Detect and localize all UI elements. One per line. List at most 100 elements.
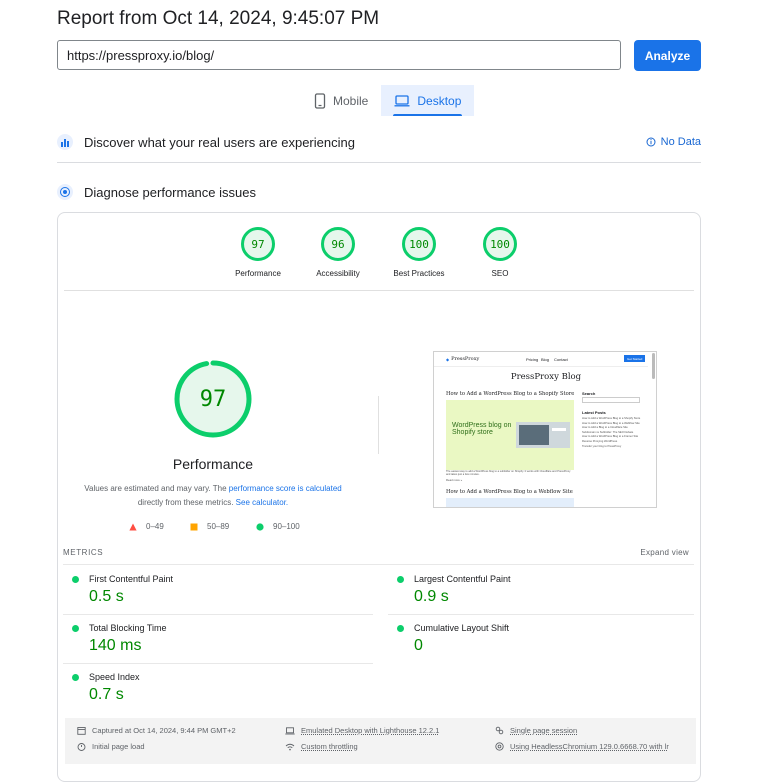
metric-speed-index: Speed Index 0.7 s — [72, 672, 380, 704]
metric-value: 0 — [414, 637, 423, 654]
mockup-photo — [519, 425, 549, 445]
final-screenshot[interactable]: ◆ PressProxy Pricing Blog Contact Get St… — [433, 351, 657, 508]
browser-version[interactable]: Using HeadlessChromium 129.0.6668.70 wit… — [495, 742, 669, 751]
metric-value: 0.9 s — [414, 588, 449, 605]
analyze-button[interactable]: Analyze — [634, 40, 701, 71]
tab-desktop[interactable]: Desktop — [381, 85, 475, 116]
laptop-icon — [394, 94, 410, 106]
post1-image-mockup — [516, 422, 570, 448]
score-gauge: 97 — [241, 227, 275, 261]
metric-lcp: Largest Contentful Paint 0.9 s — [397, 574, 705, 606]
phone-icon — [314, 92, 326, 109]
category-label: Accessibility — [316, 269, 360, 278]
users-chart-icon — [57, 134, 73, 150]
emulated-device[interactable]: Emulated Desktop with Lighthouse 12.2.1 — [285, 726, 439, 735]
post1-image: WordPress blog on Shopify store — [446, 400, 574, 470]
site-nav-blog: Blog — [541, 357, 550, 362]
category-best-practices[interactable]: 100 Best Practices — [381, 227, 457, 278]
legend-average: 50–89 — [190, 522, 229, 531]
sidebar-latest-label: Latest Posts — [582, 410, 606, 415]
field-data-heading: Discover what your real users are experi… — [84, 134, 355, 150]
site-name: PressProxy — [451, 356, 480, 362]
legend-pass: 90–100 — [256, 522, 300, 531]
site-header: ◆ PressProxy Pricing Blog Contact Get St… — [434, 352, 648, 367]
category-seo[interactable]: 100 SEO — [462, 227, 538, 278]
performance-score: 97 — [199, 386, 227, 412]
fail-triangle-icon — [129, 523, 137, 530]
mockup-text-bar — [552, 428, 566, 431]
post2-title: How to Add a WordPress Blog to a Webflow… — [446, 489, 573, 495]
session[interactable]: Single page session — [495, 726, 577, 735]
sidebar-search-label: Search — [582, 391, 596, 396]
note-text: Values are estimated and may vary. The — [84, 484, 229, 493]
pass-dot-icon — [397, 624, 404, 632]
pass-dot-icon — [72, 624, 79, 632]
url-input[interactable] — [57, 40, 621, 70]
gauge-screenshot-separator — [378, 396, 379, 454]
metric-tbt: Total Blocking Time 140 ms — [72, 623, 380, 655]
average-square-icon — [190, 523, 198, 530]
category-label: Performance — [235, 269, 281, 278]
metric-label: Cumulative Layout Shift — [414, 623, 510, 633]
timer-icon — [77, 743, 86, 751]
throttling[interactable]: Custom throttling — [285, 742, 358, 751]
metric-fcp: First Contentful Paint 0.5 s — [72, 574, 380, 606]
category-performance[interactable]: 97 Performance — [220, 227, 296, 278]
site-nav-pricing: Pricing — [526, 357, 539, 362]
latest-post: Transfer your blog to PressProxy — [582, 444, 622, 448]
post1-title: How to Add a WordPress Blog to a Shopify… — [446, 391, 575, 397]
expand-view-toggle[interactable]: Expand view — [640, 548, 689, 557]
metric-value: 140 ms — [89, 637, 142, 654]
tab-desktop-label: Desktop — [417, 93, 462, 108]
score-gauge: 100 — [483, 227, 517, 261]
metric-value: 0.7 s — [89, 686, 124, 703]
laptop-icon — [285, 726, 295, 734]
legend-average-label: 50–89 — [207, 522, 230, 531]
see-calculator-link[interactable]: See calculator. — [236, 498, 288, 507]
metric-value: 0.5 s — [89, 588, 124, 605]
wifi-icon — [285, 743, 295, 750]
metric-cls: Cumulative Layout Shift 0 — [397, 623, 705, 655]
pass-dot-icon — [72, 575, 79, 583]
post1-excerpt: The easiest way to add a WordPress blog … — [446, 470, 571, 477]
metric-label: Total Blocking Time — [89, 623, 167, 633]
info-icon — [646, 137, 656, 147]
diagnose-header: Diagnose performance issues — [57, 182, 701, 202]
metrics-divider — [63, 564, 694, 565]
category-label: SEO — [491, 269, 509, 278]
category-accessibility[interactable]: 96 Accessibility — [300, 227, 376, 278]
latest-post: How to Add a WordPress Blog to a Shopify… — [582, 417, 641, 420]
metric-label: First Contentful Paint — [89, 574, 174, 584]
sidebar-search-box — [582, 397, 640, 403]
no-data-label: No Data — [660, 136, 701, 148]
pass-dot-icon — [72, 673, 79, 681]
browser-version-text: Using HeadlessChromium 129.0.6668.70 wit… — [510, 742, 669, 751]
report-title: Report from Oct 14, 2024, 9:45:07 PM — [57, 8, 380, 29]
initial-load: Initial page load — [77, 742, 145, 751]
site-nav-contact: Contact — [554, 357, 568, 362]
throttling-text: Custom throttling — [301, 742, 358, 751]
category-label: Best Practices — [393, 269, 445, 278]
latest-posts-list: How to Add a WordPress Blog to a Shopify… — [582, 417, 644, 449]
device-tabs: Mobile Desktop — [301, 85, 475, 116]
metric-label: Largest Contentful Paint — [414, 574, 511, 584]
score-calc-link[interactable]: performance score is calculated — [229, 484, 342, 493]
site-nav-button: Get Started — [624, 355, 646, 362]
pass-dot-icon — [397, 575, 404, 583]
metrics-header: METRICS — [63, 548, 104, 557]
metric-divider — [63, 663, 373, 664]
score-gauge: 100 — [402, 227, 436, 261]
lab-data-icon — [57, 184, 73, 200]
diagnose-heading: Diagnose performance issues — [84, 184, 256, 200]
tab-mobile[interactable]: Mobile — [301, 85, 381, 116]
site-logo-icon: ◆ — [446, 356, 450, 362]
calendar-icon — [77, 727, 86, 735]
gauges-divider — [64, 290, 694, 291]
tab-mobile-label: Mobile — [333, 93, 369, 108]
legend-fail-label: 0–49 — [146, 522, 164, 531]
chrome-icon — [495, 742, 504, 751]
no-data-status[interactable]: No Data — [646, 136, 701, 148]
captured-at: Captured at Oct 14, 2024, 9:44 PM GMT+2 — [77, 726, 236, 735]
section-divider — [57, 162, 701, 163]
metric-divider — [388, 614, 694, 615]
